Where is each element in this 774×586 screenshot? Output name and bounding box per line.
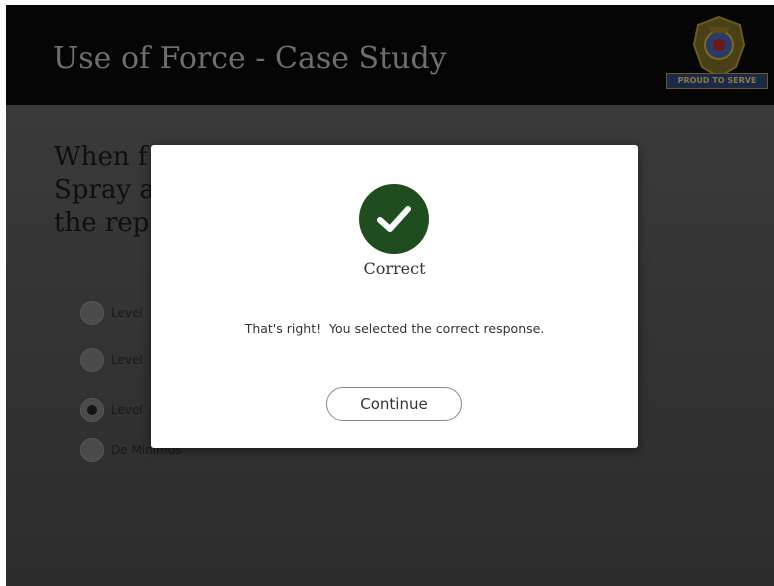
answer-label: Level xyxy=(111,306,143,320)
answer-option-3[interactable]: Level xyxy=(80,396,143,424)
checkmark-icon xyxy=(377,206,411,232)
feedback-message: That's right! You selected the correct r… xyxy=(244,321,545,336)
slide-title: Use of Force - Case Study xyxy=(53,41,447,76)
continue-button[interactable]: Continue xyxy=(326,387,462,421)
course-slide: Use of Force - Case Study PROUD TO SERVE… xyxy=(6,5,774,586)
radio-button[interactable] xyxy=(80,301,104,325)
radio-button[interactable] xyxy=(80,348,104,372)
badge-motto: PROUD TO SERVE xyxy=(666,73,768,89)
answer-label: Level xyxy=(111,403,143,417)
answer-option-2[interactable]: Level xyxy=(80,346,143,374)
check-circle-icon xyxy=(359,184,429,254)
radio-button[interactable] xyxy=(80,438,104,462)
police-badge-logo: PROUD TO SERVE xyxy=(666,13,772,95)
answer-label: Level xyxy=(111,353,143,367)
feedback-dialog: Correct That's right! You selected the c… xyxy=(151,145,638,448)
answer-option-1[interactable]: Level xyxy=(80,299,143,327)
radio-button-selected[interactable] xyxy=(80,398,104,422)
feedback-heading: Correct xyxy=(363,259,426,278)
title-bar: Use of Force - Case Study PROUD TO SERVE xyxy=(6,5,774,105)
